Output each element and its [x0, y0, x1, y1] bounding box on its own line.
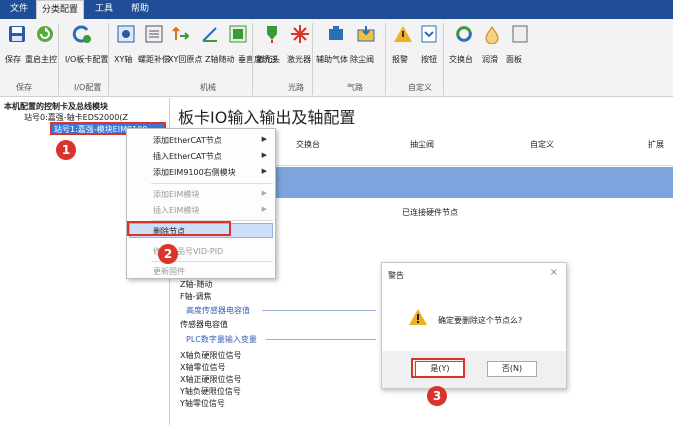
dust-valve-button[interactable]: 除尘阀 — [350, 54, 374, 65]
page-title: 板卡IO输入输出及轴配置 — [178, 108, 356, 127]
highlight-box-3 — [411, 358, 465, 378]
list-item: X轴零位信号 — [180, 363, 226, 372]
pitch-comp-button[interactable]: 螺距补偿 — [138, 54, 170, 65]
laser-head-button[interactable]: 激光头 — [256, 54, 280, 65]
divider — [443, 23, 444, 95]
alarm-icon[interactable] — [393, 24, 413, 44]
panel-icon[interactable] — [510, 24, 530, 44]
io-config-icon[interactable] — [72, 24, 92, 44]
lubrication-button[interactable]: 润滑 — [482, 54, 498, 65]
exchange-table-icon[interactable] — [454, 24, 474, 44]
connected-label: 已连接硬件节点 — [402, 208, 458, 217]
divider — [58, 23, 59, 95]
step-badge-3: 3 — [427, 386, 447, 406]
z-follow-button[interactable]: Z轴随动 — [205, 54, 234, 65]
menu-add-eim[interactable]: 添加EIM模块 — [153, 189, 199, 200]
xy-home-button[interactable]: XY回原点 — [168, 54, 202, 65]
group-save-label: 保存 — [16, 83, 32, 92]
divider — [385, 23, 386, 95]
laser-button[interactable]: 激光器 — [287, 54, 311, 65]
close-icon[interactable]: × — [550, 267, 558, 278]
xy-axis-icon[interactable] — [116, 24, 136, 44]
perpendicular-icon[interactable] — [228, 24, 248, 44]
list-item: Y轴零位信号 — [180, 399, 225, 408]
divider — [252, 23, 253, 95]
list-item: Z轴-随动 — [180, 280, 213, 289]
assist-gas-icon[interactable] — [326, 24, 346, 44]
alarm-button[interactable]: 报警 — [392, 54, 408, 65]
pitch-comp-icon[interactable] — [144, 24, 164, 44]
xy-home-icon[interactable] — [170, 24, 190, 44]
xy-axis-button[interactable]: XY轴 — [114, 54, 132, 65]
step-badge-2: 2 — [158, 244, 178, 264]
no-button[interactable]: 否(N) — [487, 361, 537, 377]
tab-file[interactable]: 文件 — [4, 0, 34, 19]
dialog-footer — [382, 351, 566, 388]
panel-button[interactable]: 面板 — [506, 54, 522, 65]
strip-exchange[interactable]: 交换台 — [296, 139, 320, 150]
dust-valve-icon[interactable] — [356, 24, 376, 44]
list-item: X轴负硬限位信号 — [180, 351, 242, 360]
list-item: 传感器电容值 — [180, 320, 228, 329]
list-item: X轴正硬限位信号 — [180, 375, 242, 384]
tab-category-config[interactable]: 分类配置 — [36, 0, 84, 19]
group-io-label: I/O配置 — [74, 83, 102, 92]
menu-add-ethercat[interactable]: 添加EtherCAT节点 — [153, 135, 222, 146]
group-gas-label: 气路 — [347, 83, 363, 92]
section-height-sensor: 高度传感器电容值 — [186, 306, 250, 315]
section-plc-input: PLC数字量输入变量 — [186, 335, 257, 344]
group-optic-label: 光路 — [288, 83, 304, 92]
context-menu: 添加EtherCAT节点 ▶ 插入EtherCAT节点 ▶ 添加EIM9100右侧模… — [126, 128, 276, 279]
step-badge-1: 1 — [56, 140, 76, 160]
dialog-title: 警告 — [388, 271, 404, 280]
dialog-message: 确定要删除这个节点么? — [438, 316, 523, 325]
divider — [266, 339, 376, 340]
save-button[interactable]: 保存 — [5, 54, 21, 65]
menu-add-eim9100-right[interactable]: 添加EIM9100右侧模块 — [153, 167, 236, 178]
laser-icon[interactable] — [290, 24, 310, 44]
divider — [262, 310, 376, 311]
assist-gas-button[interactable]: 辅助气体 — [316, 54, 348, 65]
z-follow-icon[interactable] — [200, 24, 220, 44]
divider — [312, 23, 313, 95]
list-item: F轴-调焦 — [180, 292, 212, 301]
menu-update-firmware[interactable]: 更新固件 — [153, 266, 185, 277]
group-custom-label: 自定义 — [408, 83, 432, 92]
strip-custom[interactable]: 自定义 — [530, 139, 554, 150]
strip-dust-valve[interactable]: 抽尘阀 — [410, 139, 434, 150]
restart-button[interactable]: 重启主控 — [25, 54, 57, 65]
divider — [108, 23, 109, 95]
laser-head-icon[interactable] — [262, 24, 282, 44]
tab-help[interactable]: 帮助 — [124, 0, 156, 19]
list-item: Y轴负硬限位信号 — [180, 387, 241, 396]
exchange-table-button[interactable]: 交换台 — [449, 54, 473, 65]
lubrication-icon[interactable] — [482, 24, 502, 44]
highlight-box-2 — [127, 221, 231, 236]
button-icon[interactable] — [419, 24, 439, 44]
save-icon[interactable] — [7, 24, 27, 44]
warning-dialog: 警告 × 确定要删除这个节点么? 是(Y) 否(N) — [381, 262, 567, 389]
restart-icon[interactable] — [35, 24, 55, 44]
menu-insert-eim[interactable]: 插入EIM模块 — [153, 205, 199, 216]
divider — [151, 183, 273, 184]
io-config-button[interactable]: I/O板卡配置 — [65, 54, 108, 65]
ribbon: 保存 重启主控 I/O板卡配置 XY轴 螺距补偿 XY回原点 Z轴随动 垂直度矫… — [0, 19, 673, 97]
group-mech-label: 机械 — [200, 83, 216, 92]
tree-root[interactable]: 本机配置的控制卡及总线模块 — [4, 101, 108, 112]
menu-insert-ethercat[interactable]: 插入EtherCAT节点 — [153, 151, 222, 162]
strip-expand[interactable]: 扩展 — [648, 139, 664, 150]
warning-icon — [409, 309, 427, 325]
tab-tools[interactable]: 工具 — [88, 0, 120, 19]
button-button[interactable]: 按钮 — [421, 54, 437, 65]
